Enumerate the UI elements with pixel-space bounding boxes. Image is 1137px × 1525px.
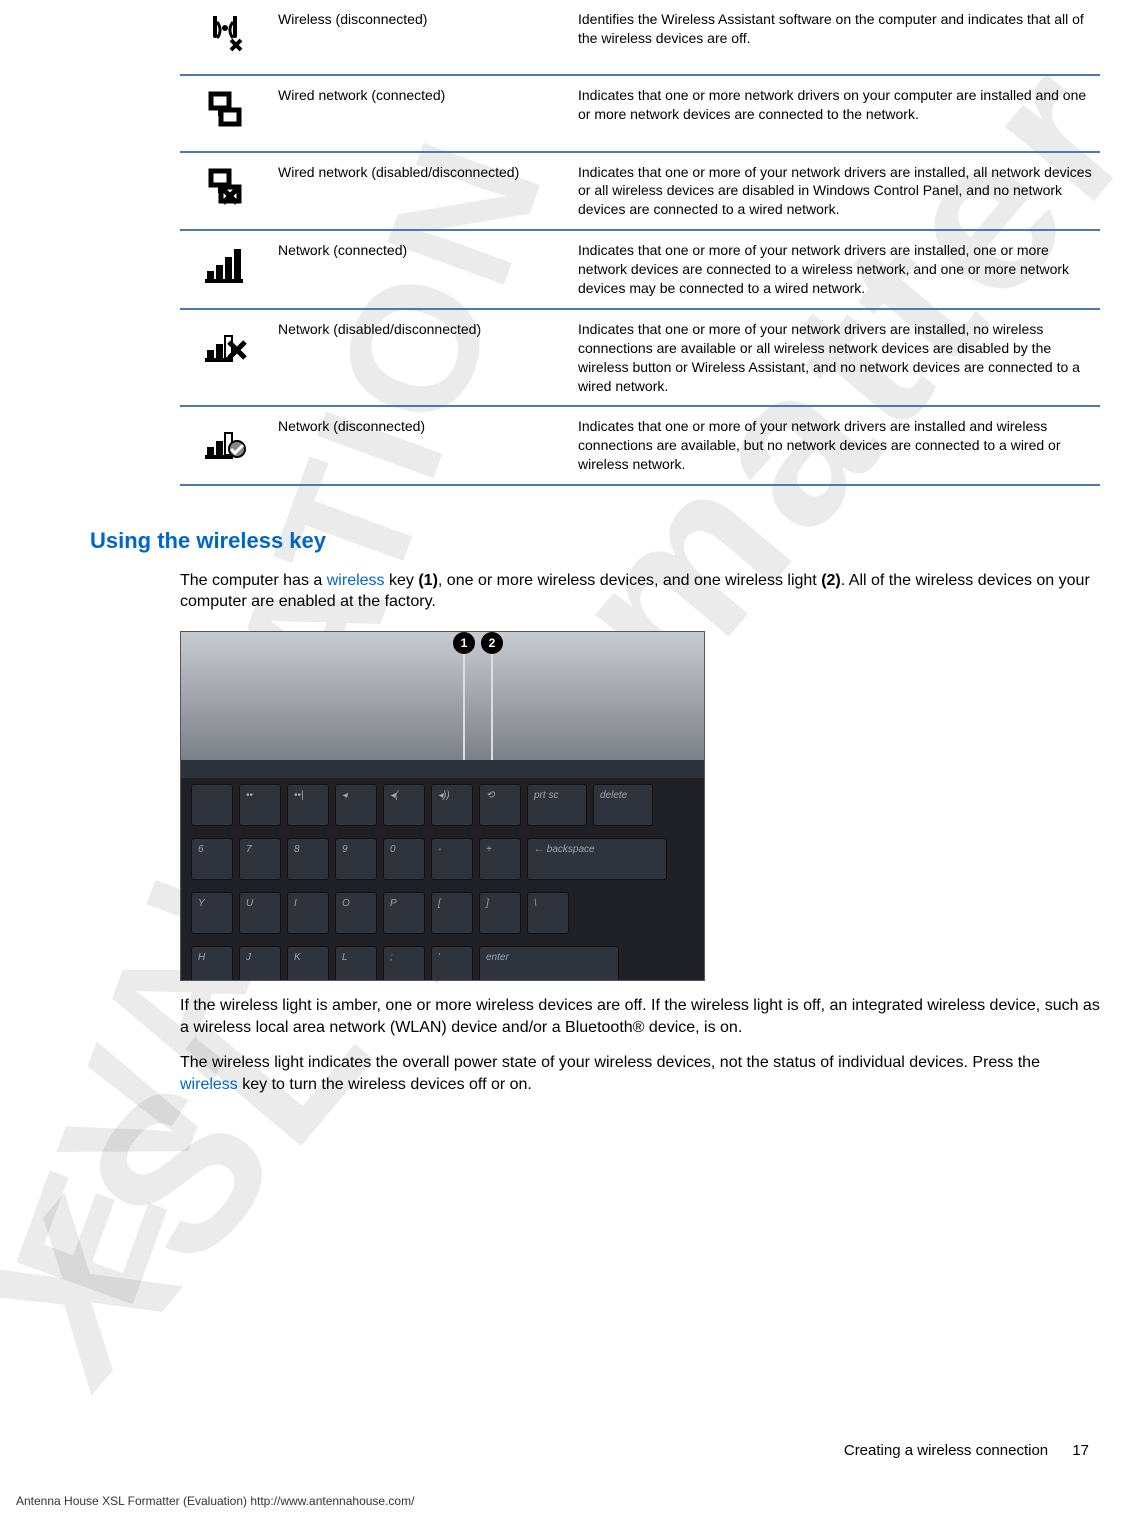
key: ••| [287, 784, 329, 826]
wireless-link[interactable]: wireless [327, 572, 385, 589]
page-content: Wireless (disconnected) Identifies the W… [0, 0, 1137, 1095]
callout-ref-2: (2) [821, 572, 841, 589]
keyboard: •• ••| ◂ ◂( ◂)) ⟲ prt sc delete 6 7 8 9 … [181, 760, 704, 980]
key: J [239, 946, 281, 981]
key [191, 784, 233, 826]
key-backspace: ← backspace [527, 838, 667, 880]
formatter-imprint: Antenna House XSL Formatter (Evaluation)… [16, 1493, 414, 1509]
key: 7 [239, 838, 281, 880]
key: 9 [335, 838, 377, 880]
wired-connected-icon [201, 121, 249, 138]
callout-2: 2 [481, 632, 503, 766]
text: key to turn the wireless devices off or … [238, 1076, 532, 1093]
key: prt sc [527, 784, 587, 826]
icon-name: Wireless (disconnected) [278, 11, 427, 27]
network-disconnected-icon [201, 452, 249, 469]
key: 6 [191, 838, 233, 880]
icon-description: Indicates that one or more of your netwo… [578, 164, 1092, 218]
wireless-disconnected-icon [201, 45, 249, 62]
table-row: Wired network (connected) Indicates that… [180, 75, 1100, 151]
status-icons-table: Wireless (disconnected) Identifies the W… [180, 0, 1100, 484]
table-row: Wired network (disabled/disconnected) In… [180, 152, 1100, 231]
network-connected-icon [201, 276, 249, 293]
table-row: Network (disabled/disconnected) Indicate… [180, 309, 1100, 407]
keyboard-figure: 1 2 •• ••| ◂ ◂( ◂)) ⟲ prt sc delete [180, 631, 705, 981]
key: Y [191, 892, 233, 934]
icon-description: Identifies the Wireless Assistant softwa… [578, 11, 1084, 46]
key: ◂( [383, 784, 425, 826]
key: K [287, 946, 329, 981]
icon-name: Network (disabled/disconnected) [278, 321, 481, 337]
wired-disconnected-icon [201, 198, 249, 215]
key: •• [239, 784, 281, 826]
key-enter: enter [479, 946, 619, 981]
text: , one or more wireless devices, and one … [438, 572, 821, 589]
callout-bubble: 2 [481, 632, 503, 654]
key: I [287, 892, 329, 934]
callout-bubble: 1 [453, 632, 475, 654]
key: P [383, 892, 425, 934]
key: ; [383, 946, 425, 981]
key: \ [527, 892, 569, 934]
page-footer: Creating a wireless connection 17 [844, 1441, 1089, 1461]
paragraph-intro: The computer has a wireless key (1), one… [180, 570, 1100, 613]
key: ' [431, 946, 473, 981]
key: 8 [287, 838, 329, 880]
text: key [385, 572, 419, 589]
icon-description: Indicates that one or more of your netwo… [578, 242, 1069, 296]
key: [ [431, 892, 473, 934]
footer-section-title: Creating a wireless connection [844, 1442, 1048, 1459]
paragraph-overall-state: The wireless light indicates the overall… [180, 1052, 1100, 1095]
text: The computer has a [180, 572, 327, 589]
key: U [239, 892, 281, 934]
key: L [335, 946, 377, 981]
table-rule [180, 484, 1100, 486]
section-heading: Using the wireless key [90, 526, 1097, 556]
key: H [191, 946, 233, 981]
icon-description: Indicates that one or more network drive… [578, 87, 1086, 122]
icon-name: Network (disconnected) [278, 418, 425, 434]
icon-name: Network (connected) [278, 242, 407, 258]
key-wireless: ⟲ [479, 784, 521, 826]
wireless-link[interactable]: wireless [180, 1076, 238, 1093]
key: ] [479, 892, 521, 934]
key: + [479, 838, 521, 880]
callout-1: 1 [453, 632, 475, 766]
icon-name: Wired network (connected) [278, 87, 445, 103]
key: delete [593, 784, 653, 826]
icon-description: Indicates that one or more of your netwo… [578, 418, 1061, 472]
table-row: Network (disconnected) Indicates that on… [180, 406, 1100, 484]
page-number: 17 [1072, 1442, 1089, 1459]
key: - [431, 838, 473, 880]
table-row: Network (connected) Indicates that one o… [180, 230, 1100, 309]
key: ◂ [335, 784, 377, 826]
callout-ref-1: (1) [418, 572, 438, 589]
icon-name: Wired network (disabled/disconnected) [278, 164, 519, 180]
network-disabled-icon [201, 355, 249, 372]
key: ◂)) [431, 784, 473, 826]
table-row: Wireless (disconnected) Identifies the W… [180, 0, 1100, 75]
icon-description: Indicates that one or more of your netwo… [578, 321, 1080, 394]
paragraph-light-states: If the wireless light is amber, one or m… [180, 995, 1100, 1038]
key: O [335, 892, 377, 934]
key: 0 [383, 838, 425, 880]
text: The wireless light indicates the overall… [180, 1054, 1040, 1071]
